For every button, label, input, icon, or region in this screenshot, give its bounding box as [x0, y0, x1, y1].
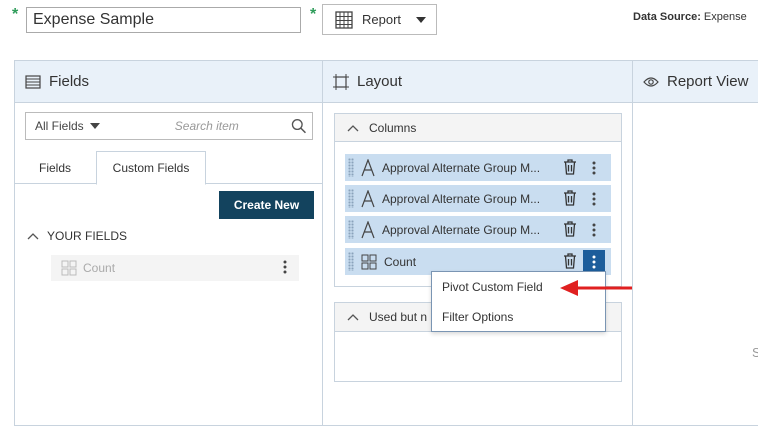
- menu-item-filter-options[interactable]: Filter Options: [432, 302, 605, 332]
- column-label: Approval Alternate Group M...: [382, 191, 541, 206]
- kebab-menu-icon[interactable]: [283, 260, 287, 274]
- field-search-input[interactable]: Search item: [175, 119, 291, 133]
- report-view-title: Report View: [667, 73, 749, 90]
- custom-field-label: Count: [83, 261, 116, 275]
- report-name-input[interactable]: [26, 7, 301, 33]
- column-menu-button[interactable]: [583, 218, 605, 241]
- columns-section: Columns Approval Alternate Group M... Ap…: [334, 113, 622, 287]
- top-bar: * * Report Data Source: Expense: [0, 0, 758, 44]
- caret-down-icon: [89, 123, 100, 129]
- field-search-bar: All Fields Search item: [25, 112, 313, 140]
- caret-down-icon: [416, 16, 427, 23]
- data-source-label: Data Source:: [633, 11, 701, 23]
- column-item[interactable]: Approval Alternate Group M...: [345, 154, 611, 181]
- required-mark: *: [12, 6, 19, 23]
- grid-icon: [361, 254, 377, 269]
- drag-handle[interactable]: [348, 189, 354, 208]
- columns-section-toggle[interactable]: Columns: [335, 114, 621, 142]
- column-menu-button[interactable]: [583, 156, 605, 179]
- your-fields-section-toggle[interactable]: YOUR FIELDS: [27, 229, 127, 243]
- kebab-menu-icon: [592, 192, 596, 205]
- report-view-header: Report View: [633, 61, 758, 103]
- drag-handle[interactable]: [348, 158, 354, 177]
- chevron-up-icon: [347, 314, 359, 321]
- eye-icon: [643, 76, 659, 87]
- field-filter-dropdown[interactable]: All Fields: [35, 119, 151, 133]
- trash-icon[interactable]: [563, 190, 577, 206]
- your-fields-label: YOUR FIELDS: [47, 229, 128, 243]
- custom-field-item[interactable]: Count: [51, 255, 299, 281]
- column-menu-button[interactable]: [583, 187, 605, 210]
- fields-panel: Fields All Fields Search item Fields Cus…: [14, 60, 323, 426]
- column-menu-button-active[interactable]: [583, 250, 605, 273]
- used-section-label: Used but n: [369, 310, 428, 324]
- search-icon[interactable]: [291, 118, 306, 134]
- trash-icon[interactable]: [563, 159, 577, 175]
- layout-icon: [333, 73, 349, 90]
- column-label: Approval Alternate Group M...: [382, 160, 541, 175]
- trash-icon[interactable]: [563, 253, 577, 269]
- grid-icon: [61, 260, 77, 276]
- create-new-button[interactable]: Create New: [219, 191, 314, 219]
- text-icon: [361, 220, 375, 238]
- layout-panel-title: Layout: [357, 73, 403, 90]
- chevron-up-icon: [27, 233, 39, 240]
- required-mark: *: [310, 6, 317, 23]
- list-icon: [25, 74, 41, 89]
- field-filter-value: All Fields: [35, 119, 84, 133]
- kebab-menu-icon: [592, 255, 596, 268]
- text-icon: [361, 158, 375, 176]
- kebab-menu-icon: [592, 161, 596, 174]
- column-item[interactable]: Approval Alternate Group M...: [345, 185, 611, 212]
- layout-panel: Layout Columns Approval Alternate Group …: [322, 60, 633, 426]
- report-type-dropdown[interactable]: Report: [322, 4, 437, 35]
- report-type-label: Report: [362, 12, 402, 27]
- fields-tabs: Fields Custom Fields: [15, 151, 322, 185]
- text-icon: [361, 189, 375, 207]
- column-label: Approval Alternate Group M...: [382, 222, 541, 237]
- tab-fields[interactable]: Fields: [25, 151, 85, 184]
- layout-panel-header: Layout: [323, 61, 632, 103]
- fields-panel-title: Fields: [49, 73, 90, 90]
- trash-icon[interactable]: [563, 221, 577, 237]
- kebab-menu-icon: [592, 223, 596, 236]
- tab-custom-fields[interactable]: Custom Fields: [96, 151, 206, 185]
- data-source: Data Source: Expense: [633, 11, 747, 23]
- fields-panel-header: Fields: [15, 61, 322, 103]
- report-view-partial-text: S: [752, 345, 758, 360]
- column-item[interactable]: Approval Alternate Group M...: [345, 216, 611, 243]
- red-arrow-annotation: [560, 280, 632, 296]
- column-label: Count: [384, 254, 417, 269]
- report-view-panel: Report View: [632, 60, 758, 426]
- table-icon: [335, 10, 353, 29]
- drag-handle[interactable]: [348, 252, 354, 271]
- drag-handle[interactable]: [348, 220, 354, 239]
- chevron-up-icon: [347, 124, 359, 131]
- data-source-value: Expense: [703, 11, 747, 23]
- columns-label: Columns: [369, 120, 417, 135]
